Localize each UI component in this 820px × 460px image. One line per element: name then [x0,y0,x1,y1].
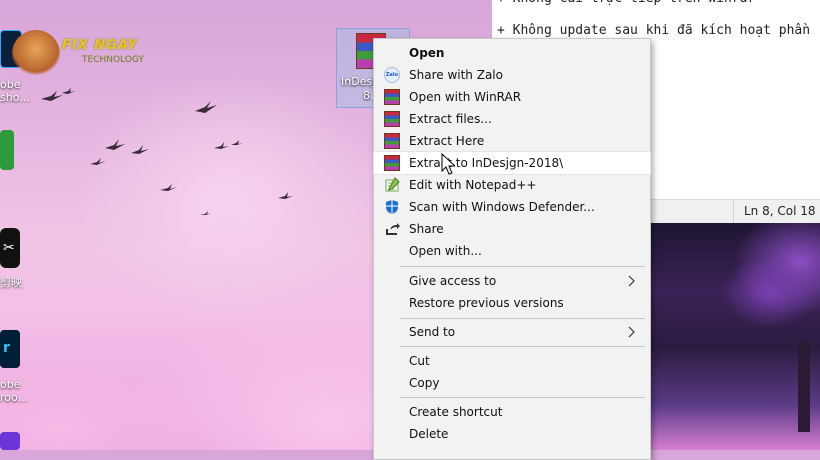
winrar-icon [384,89,400,105]
share-icon [384,221,400,237]
menu-item-extract-files[interactable]: Extract files... [374,108,650,130]
menu-item-label: Share with Zalo [409,68,503,82]
zalo-icon: Zalo [384,67,400,83]
menu-item-edit-notepadpp[interactable]: Edit with Notepad++ [374,174,650,196]
capcut-glyph-icon: ✂ [3,240,15,256]
mascot-logo-icon [12,30,60,78]
menu-item-label: Share [409,222,444,236]
menu-item-open-with[interactable]: Open with... [374,240,650,262]
app-icon-purple[interactable] [0,432,20,450]
menu-item-create-shortcut[interactable]: Create shortcut [374,401,650,423]
menu-item-scan-defender[interactable]: Scan with Windows Defender... [374,196,650,218]
chevron-right-icon [624,273,640,289]
context-menu[interactable]: Open Zalo Share with Zalo Open with WinR… [373,38,651,460]
winrar-icon [384,111,400,127]
menu-item-extract-here[interactable]: Extract Here [374,130,650,152]
menu-item-restore-versions[interactable]: Restore previous versions [374,292,650,314]
menu-separator [400,318,645,319]
desktop-icon-label-photoshop: obe sho... [0,78,30,104]
selected-file-label: InDesj [341,75,376,88]
menu-item-label: Send to [409,325,456,339]
fix-ngay-logo: FIX NGAY [62,38,138,53]
menu-item-label: Extract to InDesjgn-2018\ [409,156,564,170]
menu-item-label: Scan with Windows Defender... [409,200,595,214]
winrar-icon [384,133,400,149]
menu-separator [400,266,645,267]
selected-file-label-line2: 8. [363,89,374,102]
fix-ngay-logo-sub: TECHNOLOGY [82,55,144,65]
capcut-icon[interactable]: ✂ [0,228,20,268]
menu-separator [400,397,645,398]
menu-item-label: Extract files... [409,112,492,126]
menu-item-label: Open with... [409,244,482,258]
menu-item-give-access[interactable]: Give access to [374,270,650,292]
premiere-rush-glyph-icon: r [3,340,10,356]
defender-icon [384,199,400,215]
menu-item-label: Give access to [409,274,497,288]
menu-item-share-zalo[interactable]: Zalo Share with Zalo [374,64,650,86]
menu-item-label: Open [409,46,445,60]
menu-item-label: Delete [409,427,449,441]
app-icon-green[interactable] [0,130,14,170]
menu-item-label: Restore previous versions [409,296,564,310]
menu-item-open-winrar[interactable]: Open with WinRAR [374,86,650,108]
desktop-icon-label-capcut: 剪映 [0,276,22,289]
wallpaper-tree [650,222,820,450]
menu-item-send-to[interactable]: Send to [374,321,650,343]
menu-item-label: Extract Here [409,134,485,148]
menu-item-open[interactable]: Open [374,42,650,64]
menu-item-cut[interactable]: Cut [374,350,650,372]
menu-separator [400,346,645,347]
menu-item-label: Create shortcut [409,405,503,419]
notepadpp-icon [384,177,400,193]
menu-item-copy[interactable]: Copy [374,372,650,394]
menu-item-extract-to[interactable]: Extract to InDesjgn-2018\ [373,151,651,175]
desktop-icon-label-rush: obe roo... [0,378,29,404]
menu-item-label: Open with WinRAR [409,90,522,104]
cursor-position: Ln 8, Col 18 [744,204,816,218]
menu-item-label: Copy [409,376,440,390]
menu-item-label: Edit with Notepad++ [409,178,537,192]
premiere-rush-icon[interactable]: r [0,330,20,368]
mouse-pointer-icon [441,153,455,175]
menu-item-delete[interactable]: Delete [374,423,650,445]
notepad-line-1: + Không cài trực tiếp trên Winrar [497,0,755,10]
chevron-right-icon [624,324,640,340]
menu-item-share[interactable]: Share [374,218,650,240]
menu-item-label: Cut [409,354,430,368]
winrar-icon [384,155,400,171]
